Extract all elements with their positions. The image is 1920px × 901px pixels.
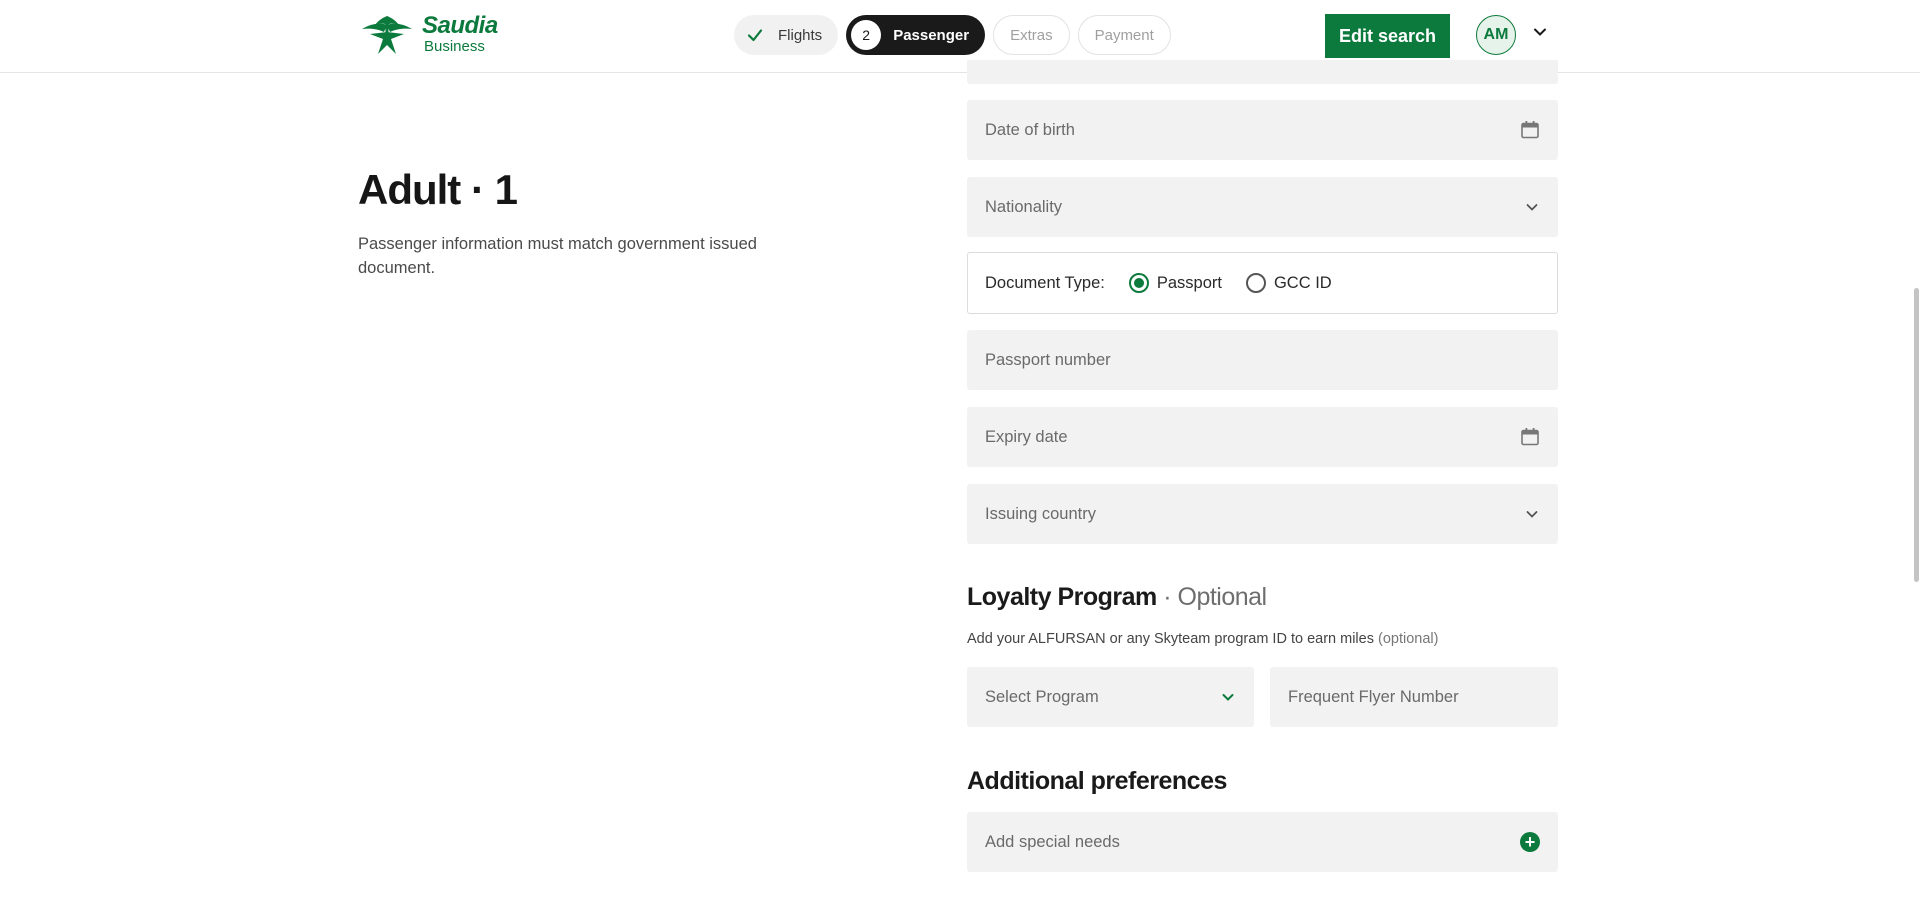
expiry-date-field[interactable]: Expiry date [967, 407, 1558, 467]
calendar-icon[interactable] [1520, 120, 1540, 140]
ffn-placeholder: Frequent Flyer Number [1288, 687, 1459, 706]
brand-name: Saudia [422, 12, 498, 39]
loyalty-title-text: Loyalty Program [967, 583, 1157, 611]
date-of-birth-placeholder: Date of birth [985, 120, 1075, 139]
document-type-group: Document Type: Passport GCC ID [967, 252, 1558, 314]
nationality-placeholder: Nationality [985, 197, 1063, 216]
booking-steps: Flights 2 Passenger Extras Payment [734, 15, 1171, 55]
page-title: Adult · 1 [358, 166, 518, 213]
select-program-dropdown[interactable]: Select Program [967, 667, 1254, 727]
step-extras[interactable]: Extras [993, 15, 1070, 55]
radio-passport[interactable]: Passport [1128, 273, 1222, 293]
avatar[interactable]: AM [1476, 15, 1516, 55]
brand-sub: Business [424, 38, 485, 55]
calendar-icon[interactable] [1520, 427, 1540, 447]
plus-circle-icon[interactable]: + [1520, 832, 1540, 852]
step-passenger[interactable]: 2 Passenger [846, 15, 986, 55]
chevron-down-icon [1526, 204, 1538, 211]
step-label: Passenger [893, 26, 970, 44]
issuing-country-select[interactable]: Issuing country [967, 484, 1558, 544]
previous-field-bottom[interactable] [967, 60, 1558, 84]
special-needs-label: Add special needs [985, 832, 1120, 851]
expiry-date-placeholder: Expiry date [985, 427, 1068, 446]
top-header: Saudia Business Flights 2 Passenger Extr… [0, 0, 1920, 73]
radio-label: Passport [1156, 273, 1222, 292]
radio-label: GCC ID [1273, 273, 1332, 292]
saudia-business-logo[interactable]: Saudia Business [358, 12, 498, 56]
date-of-birth-field[interactable]: Date of birth [967, 100, 1558, 160]
chevron-down-icon[interactable] [1532, 24, 1548, 40]
step-label: Payment [1094, 26, 1154, 44]
edit-search-button[interactable]: Edit search [1325, 14, 1450, 58]
step-flights[interactable]: Flights [734, 15, 839, 55]
step-label: Extras [1010, 26, 1053, 44]
step-label: Flights [778, 26, 823, 44]
loyalty-description: Add your ALFURSAN or any Skyteam program… [967, 631, 1438, 647]
add-special-needs-row[interactable]: Add special needs + [967, 812, 1558, 872]
radio-empty-icon [1245, 273, 1266, 293]
passenger-note: Passenger information must match governm… [358, 235, 757, 277]
additional-preferences-heading: Additional preferences [967, 767, 1227, 795]
loyalty-desc-optional: (optional) [1378, 631, 1439, 647]
step-number: 2 [851, 20, 882, 50]
loyalty-optional-tag: · Optional [1156, 583, 1267, 611]
passport-number-field[interactable]: Passport number [967, 330, 1558, 390]
frequent-flyer-number-field[interactable]: Frequent Flyer Number [1270, 667, 1558, 727]
issuing-country-placeholder: Issuing country [985, 504, 1096, 523]
chevron-down-icon [1222, 694, 1234, 701]
loyalty-desc-text: Add your ALFURSAN or any Skyteam program… [967, 631, 1374, 647]
radio-gcc-id[interactable]: GCC ID [1245, 273, 1332, 293]
page-scrollbar[interactable] [1914, 288, 1919, 582]
loyalty-program-heading: Loyalty Program · Optional [967, 583, 1267, 612]
radio-selected-icon [1128, 273, 1149, 293]
passport-number-placeholder: Passport number [985, 350, 1111, 369]
select-program-placeholder: Select Program [985, 687, 1099, 706]
check-icon [740, 20, 770, 50]
nationality-select[interactable]: Nationality [967, 177, 1558, 237]
step-payment[interactable]: Payment [1077, 15, 1171, 55]
chevron-down-icon [1526, 511, 1538, 518]
saudia-palm-logo-icon [362, 16, 412, 54]
document-type-label: Document Type: [985, 273, 1105, 292]
